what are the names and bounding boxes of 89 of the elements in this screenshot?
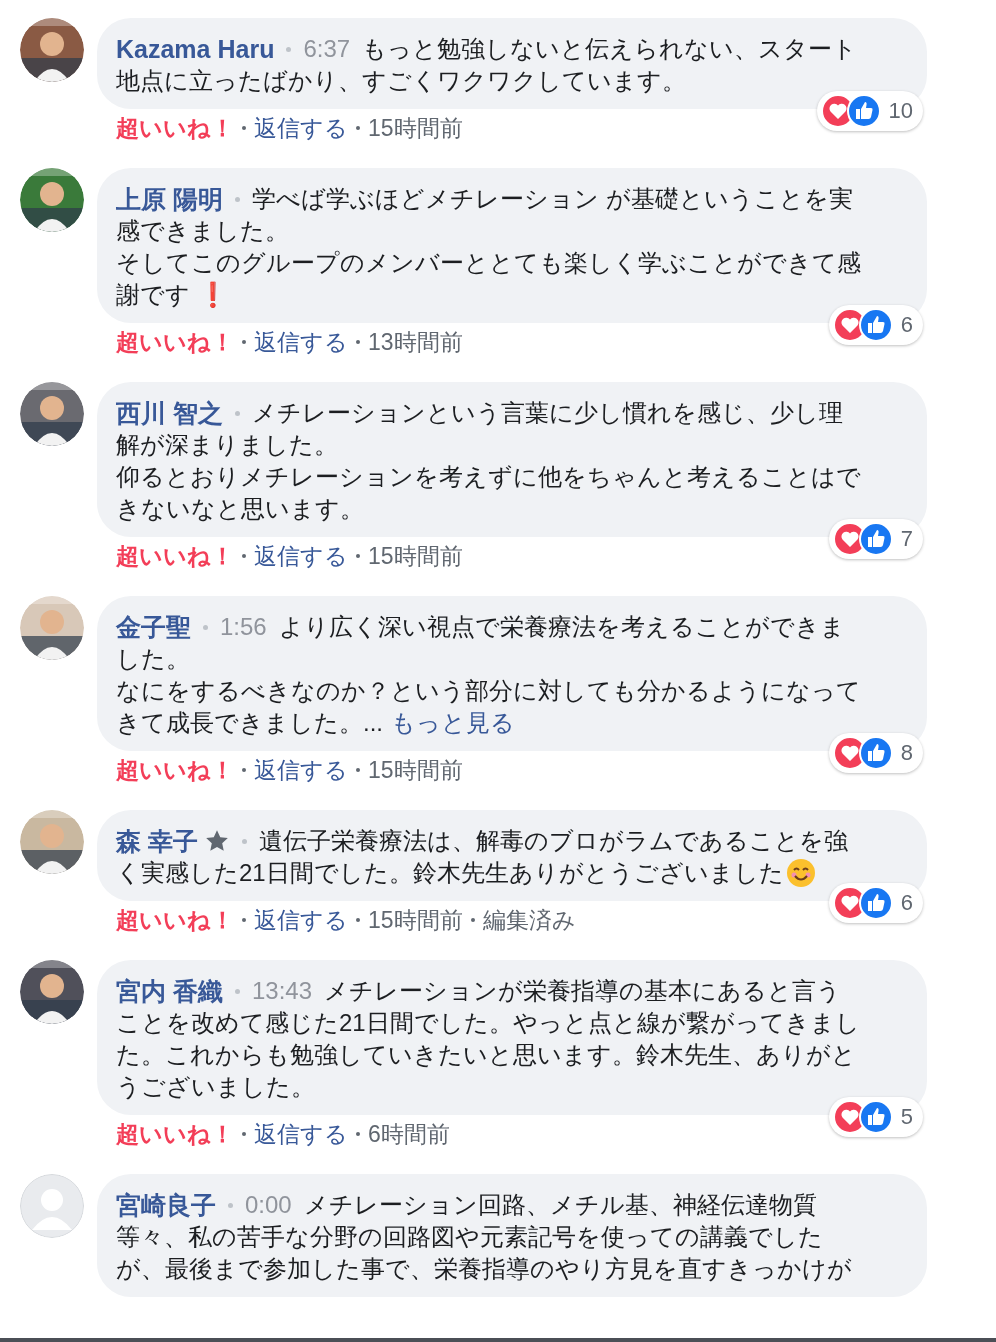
separator-dot [356,554,360,558]
separator-dot [242,768,246,772]
reaction-count: 6 [900,889,913,917]
comment-text: きないなと思います。 [116,494,365,524]
reaction-summary[interactable]: 8 [828,733,923,773]
timestamp-link[interactable]: 15時間前 [368,540,463,572]
comment-text: 謝です [116,280,190,310]
comment-text: が、最後まで参加した事で、栄養指導のやり方見を直すきっかけが [116,1254,853,1284]
thumbs-up-icon [858,522,893,556]
commenter-name[interactable]: 宮内 香織 [116,975,223,1007]
thumbs-up-icon [858,736,893,770]
separator-dot [234,196,240,202]
comment-text: メチレーション回路、メチル基、神経伝達物質 [303,1190,817,1220]
reaction-link[interactable]: 超いいね！ [116,112,234,144]
reaction-link[interactable]: 超いいね！ [116,326,234,358]
thumbs-up-icon [846,94,881,128]
reaction-count: 8 [900,739,913,767]
thumbs-up-icon [858,1100,893,1134]
comment-text: もっと勉強しないと伝えられない、スタート [362,34,858,64]
commenter-name[interactable]: 宮崎良子 [116,1189,216,1221]
thumbs-up-icon [858,886,893,920]
reply-link[interactable]: 返信する [254,904,348,936]
comment-text: 遺伝子栄養療法は、解毒のブロがラムであることを強 [258,826,848,856]
timestamp-link[interactable]: 15時間前 [368,112,463,144]
reply-link[interactable]: 返信する [254,540,348,572]
comment-text: きて成長できました。... [116,708,383,738]
reaction-count: 7 [900,525,913,553]
comment-text: 学べば学ぶほどメチレーション が基礎ということを実 [251,184,853,214]
reaction-count: 5 [900,1103,913,1131]
separator-dot [286,46,292,52]
comment-text: より広く深い視点で栄養療法を考えることができま [278,612,845,642]
reaction-summary[interactable]: 6 [828,883,923,923]
see-more-link[interactable]: もっと見る [391,707,515,739]
comment-text: ことを改めて感じた21日間でした。やっと点と線が繋がってきまし [116,1008,861,1038]
commenter-name[interactable]: 上原 陽明 [116,183,223,215]
separator-dot [241,838,247,844]
timestamp-link[interactable]: 15時間前 [368,754,463,786]
commenter-name[interactable]: 森 幸子 [116,825,198,857]
reaction-summary[interactable]: 6 [828,305,923,345]
reply-link[interactable]: 返信する [254,1118,348,1150]
comment-text: なにをするべきなのか？という部分に対しても分かるようになって [116,676,862,706]
exclamation-mark: ❗ [198,280,228,310]
comment-text: く実感した21日間でした。鈴木先生ありがとうございました [116,858,784,888]
separator-dot [356,768,360,772]
separator-dot [356,1132,360,1136]
separator-dot [242,554,246,558]
reaction-link[interactable]: 超いいね！ [116,1118,234,1150]
reaction-count: 10 [888,97,913,125]
commenter-name[interactable]: 金子聖 [116,611,191,643]
comment-text: た。これからも勉強していきたいと思います。鈴木先生、ありがと [116,1040,857,1070]
timestamp-link[interactable]: 6時間前 [368,1118,450,1150]
commenter-name[interactable]: 西川 智之 [116,397,223,429]
separator-dot [242,918,246,922]
reaction-link[interactable]: 超いいね！ [116,754,234,786]
reaction-count: 6 [900,311,913,339]
comment-text: そしてこのグループのメンバーととても楽しく学ぶことができて感 [116,248,862,278]
thumbs-up-icon [858,308,893,342]
separator-dot [234,410,240,416]
commenter-name[interactable]: Kazama Haru [116,33,275,65]
separator-dot [234,988,240,994]
separator-dot [356,918,360,922]
comment-text: 等々、私の苦手な分野の回路図や元素記号を使っての講義でした [116,1222,824,1252]
reply-link[interactable]: 返信する [254,112,348,144]
comment-text: うございました。 [116,1072,316,1102]
reaction-link[interactable]: 超いいね！ [116,540,234,572]
reaction-summary[interactable]: 5 [828,1097,923,1137]
separator-dot [242,340,246,344]
separator-dot [242,1132,246,1136]
edited-label[interactable]: 編集済み [482,904,576,936]
comment-text: メチレーションが栄養指導の基本にあると言う [324,976,841,1006]
reaction-summary[interactable]: 7 [828,519,923,559]
comment-text: メチレーションという言葉に少し慣れを感じ、少し理 [251,398,843,428]
separator-dot [242,126,246,130]
comment-text: 解が深まりました。 [116,430,339,460]
timestamp-link[interactable]: 15時間前 [368,904,463,936]
reply-link[interactable]: 返信する [254,326,348,358]
timestamp-link[interactable]: 13時間前 [368,326,463,358]
separator-dot [228,1202,233,1208]
separator-dot [203,624,208,630]
comment-text: した。 [116,644,191,674]
comment-text: 仰るとおりメチレーションを考えずに他をちゃんと考えることはで [116,462,862,492]
reaction-link[interactable]: 超いいね！ [116,904,234,936]
separator-dot [356,340,360,344]
reaction-summary[interactable]: 10 [816,91,923,131]
separator-dot [470,918,475,922]
comment-text: 地点に立ったばかり、すごくワクワクしています。 [116,66,687,96]
separator-dot [356,126,360,130]
comment-text: 感できました。 [116,216,290,246]
reply-link[interactable]: 返信する [254,754,348,786]
